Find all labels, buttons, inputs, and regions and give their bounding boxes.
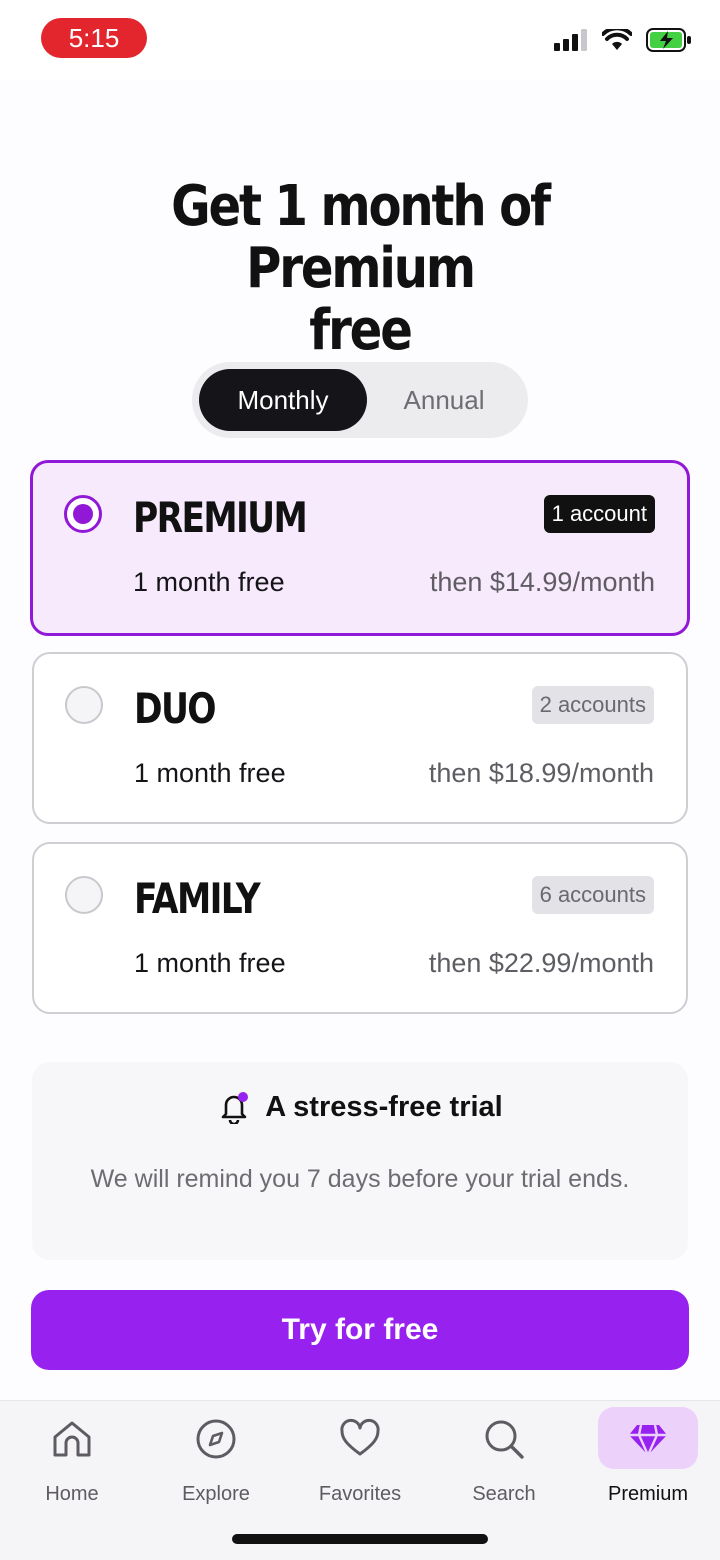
status-icons xyxy=(554,28,692,52)
toggle-annual[interactable]: Annual xyxy=(367,369,521,431)
tab-explore[interactable]: Explore xyxy=(166,1407,266,1505)
price-text: then $14.99/month xyxy=(429,567,655,597)
price-text: then $18.99/month xyxy=(428,758,654,788)
radio-button[interactable] xyxy=(65,876,103,914)
free-period-text: 1 month free xyxy=(134,948,286,978)
trial-description: We will remind you 7 days before your tr… xyxy=(90,1165,630,1193)
plan-card-duo[interactable]: DUO 2 accounts 1 month free then $18.99/… xyxy=(32,652,688,824)
price-text: then $22.99/month xyxy=(428,948,654,978)
tab-label: Favorites xyxy=(318,1483,402,1505)
diamond-icon xyxy=(629,1424,667,1457)
free-period-text: 1 month free xyxy=(134,758,286,788)
account-badge: 2 accounts xyxy=(531,686,654,724)
plan-name: FAMILY xyxy=(134,874,261,923)
tab-home[interactable]: Home xyxy=(22,1407,122,1505)
tab-label: Search xyxy=(472,1483,536,1505)
battery-icon xyxy=(646,28,691,52)
tab-favorites[interactable]: Favorites xyxy=(310,1407,410,1505)
plan-name: DUO xyxy=(134,684,217,733)
plan-name: PREMIUM xyxy=(133,493,308,542)
radio-button[interactable] xyxy=(65,686,103,724)
title-line-2: free xyxy=(309,298,413,363)
trial-title-row: A stress-free trial xyxy=(32,1090,688,1124)
home-icon xyxy=(53,1421,91,1457)
tab-label: Explore xyxy=(182,1483,250,1505)
page-title: Get 1 month of Premium free xyxy=(50,176,669,362)
compass-icon xyxy=(196,1419,236,1459)
toggle-monthly[interactable]: Monthly xyxy=(199,369,367,431)
radio-button-selected[interactable] xyxy=(64,495,102,533)
status-time: 5:15 xyxy=(41,18,147,58)
tab-label: Premium xyxy=(607,1483,688,1505)
bell-icon xyxy=(221,1092,249,1124)
tab-search[interactable]: Search xyxy=(454,1407,554,1505)
tab-label: Home xyxy=(45,1483,99,1505)
account-badge: 6 accounts xyxy=(531,876,654,914)
title-line-1: Get 1 month of Premium xyxy=(171,174,551,301)
tab-premium[interactable]: Premium xyxy=(598,1407,698,1505)
billing-period-toggle: Monthly Annual xyxy=(192,362,528,438)
free-period-text: 1 month free xyxy=(133,567,285,597)
signal-icon xyxy=(554,29,587,51)
try-for-free-button[interactable]: Try for free xyxy=(31,1290,689,1370)
plan-card-premium[interactable]: PREMIUM 1 account 1 month free then $14.… xyxy=(30,460,690,636)
trial-info-card: A stress-free trial We will remind you 7… xyxy=(32,1062,688,1260)
heart-icon xyxy=(340,1418,380,1456)
home-indicator xyxy=(232,1534,488,1544)
wifi-icon xyxy=(602,29,632,50)
account-badge: 1 account xyxy=(543,495,655,533)
search-icon xyxy=(485,1420,524,1459)
trial-title: A stress-free trial xyxy=(265,1090,503,1123)
status-bar: 5:15 xyxy=(0,0,720,80)
plan-card-family[interactable]: FAMILY 6 accounts 1 month free then $22.… xyxy=(32,842,688,1014)
